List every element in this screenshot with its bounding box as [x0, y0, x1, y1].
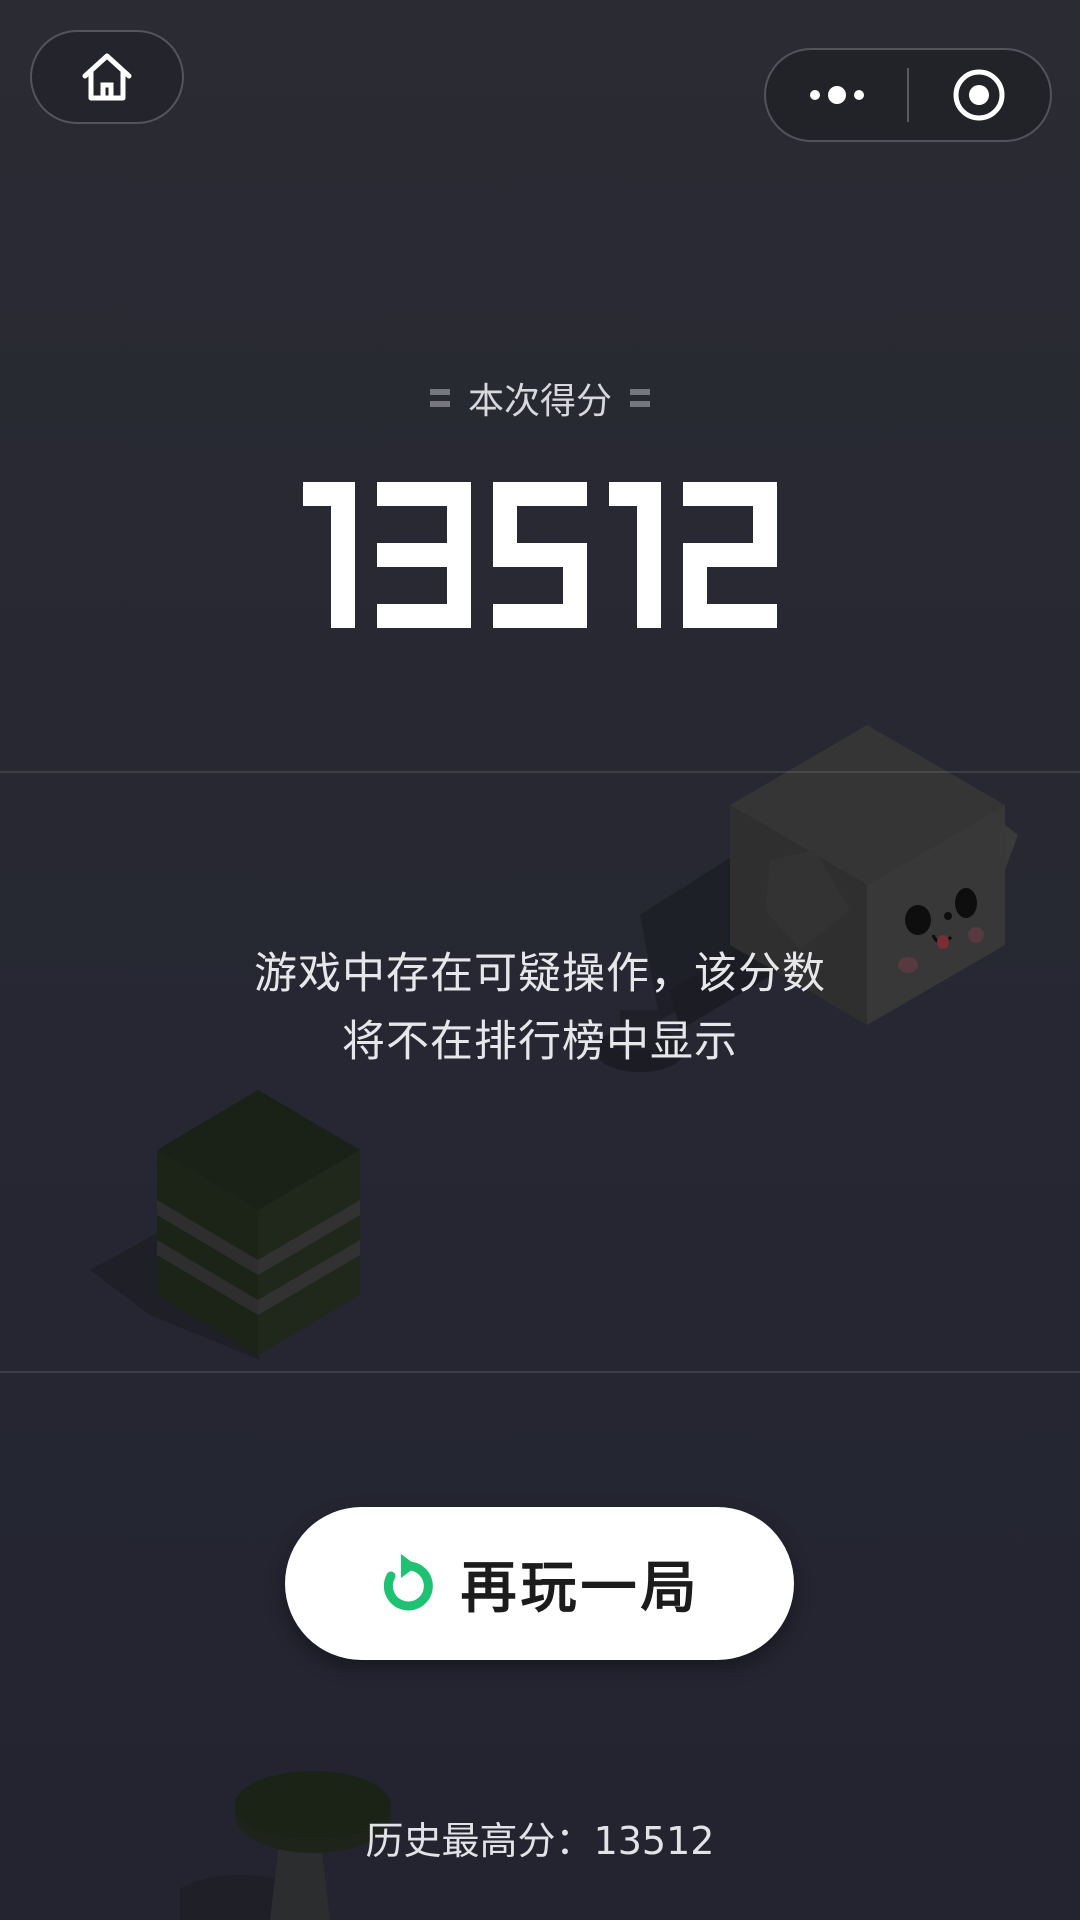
suspicious-notice: 游戏中存在可疑操作，该分数 将不在排行榜中显示: [0, 940, 1080, 1076]
best-score: 历史最高分：13512: [0, 1810, 1080, 1865]
refresh-icon: [383, 1553, 433, 1610]
play-again-button[interactable]: 再玩一局: [285, 1507, 794, 1660]
play-again-label: 再玩一局: [460, 1556, 701, 1621]
band-line-bottom: [0, 1371, 1080, 1373]
score-digit: [609, 482, 661, 628]
home-button[interactable]: [30, 30, 184, 124]
striped-block-decoration: [90, 1090, 360, 1360]
score-digit: [303, 482, 355, 628]
score-title: 本次得分: [0, 372, 1080, 424]
score-value: [0, 480, 1080, 634]
home-icon: [82, 53, 132, 101]
notice-line-1: 游戏中存在可疑操作，该分数: [254, 949, 826, 999]
score-digit: [683, 482, 777, 628]
more-dots-icon: [809, 86, 864, 104]
game-over-screen: 本次得分 游戏中存在可疑操作，该分数 将不在排行榜中显示 再玩一局 历史最高分：…: [0, 0, 1080, 1920]
best-score-label: 历史最高分：: [365, 1819, 594, 1863]
notice-line-2: 将不在排行榜中显示: [342, 1017, 738, 1067]
best-score-value: 13512: [593, 1819, 715, 1863]
more-button[interactable]: [766, 50, 907, 140]
menu-capsule: [764, 48, 1052, 142]
band-line-top: [0, 771, 1080, 773]
target-circle-icon: [953, 69, 1005, 121]
equals-mark-left: [429, 389, 450, 407]
close-button[interactable]: [909, 50, 1050, 140]
equals-mark-right: [630, 389, 650, 407]
score-digits: [303, 482, 777, 628]
score-title-text: 本次得分: [467, 381, 612, 422]
score-digit: [377, 482, 471, 628]
score-digit: [493, 482, 587, 628]
